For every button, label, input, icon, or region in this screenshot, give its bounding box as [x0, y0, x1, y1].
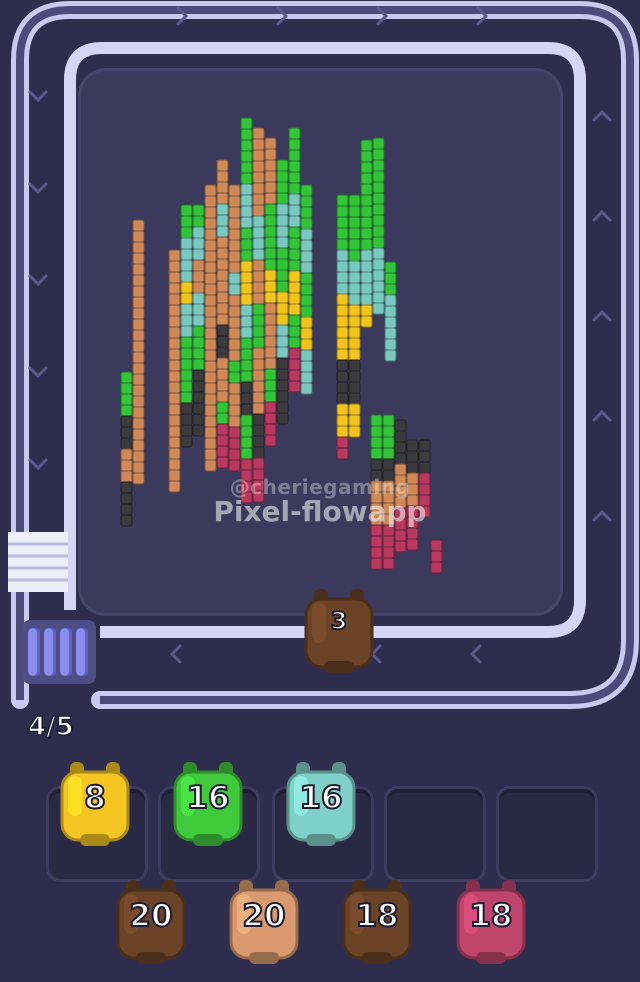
- shooter-count: 16: [185, 779, 230, 817]
- slot-shooter-2[interactable]: 16: [169, 758, 247, 848]
- shooter-count: 3: [330, 606, 349, 636]
- used-shooter-stack: [22, 620, 96, 684]
- queue-shooter-4[interactable]: 18: [452, 876, 530, 966]
- shooter-count: 20: [128, 897, 173, 935]
- active-shooter[interactable]: 3: [300, 585, 378, 675]
- shooter-count: 18: [468, 897, 513, 935]
- slot-shooter-3[interactable]: 16: [282, 758, 360, 848]
- queue-shooter-2[interactable]: 20: [225, 876, 303, 966]
- slot-4[interactable]: [384, 786, 486, 882]
- shooter-count: 8: [83, 779, 107, 817]
- shooter-count: 20: [241, 897, 286, 935]
- slot-shooter-1[interactable]: 8: [56, 758, 134, 848]
- shooter-count: 18: [354, 897, 399, 935]
- shooter-count: 16: [298, 779, 343, 817]
- queue-shooter-3[interactable]: 18: [338, 876, 416, 966]
- queue-counter: 4/5: [27, 711, 74, 743]
- pixel-art: [120, 117, 443, 574]
- slot-5[interactable]: [496, 786, 598, 882]
- queue-shooter-1[interactable]: 20: [112, 876, 190, 966]
